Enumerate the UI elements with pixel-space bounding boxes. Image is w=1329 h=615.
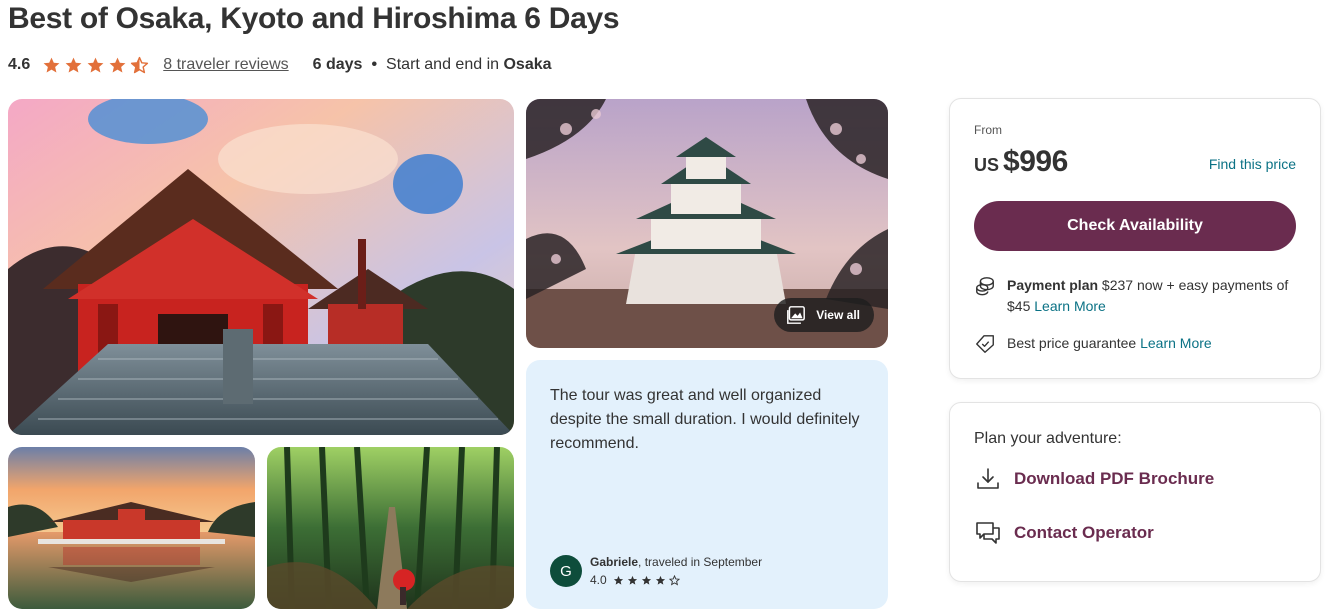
page-title: Best of Osaka, Kyoto and Hiroshima 6 Day…: [8, 2, 620, 35]
star-empty-icon: [668, 574, 680, 586]
start-end-city: Osaka: [503, 56, 552, 73]
star-half-icon: [131, 56, 149, 73]
star-icon: [655, 575, 665, 585]
review-stars: [613, 574, 680, 586]
bamboo-photo: [267, 447, 514, 609]
payment-plan-label: Payment plan: [1007, 277, 1099, 293]
photo-arashiyama-bamboo[interactable]: [267, 447, 514, 609]
review-text: The tour was great and well organized de…: [550, 387, 860, 452]
tour-page: Best of Osaka, Kyoto and Hiroshima 6 Day…: [0, 0, 1329, 615]
guarantee-text: Best price guarantee Learn More: [1007, 333, 1212, 355]
review-card: The tour was great and well organized de…: [526, 360, 888, 609]
meta-separator: •: [371, 56, 378, 73]
plan-card: Plan your adventure: Download PDF Brochu…: [949, 402, 1321, 582]
star-icon: [43, 57, 60, 73]
price-from-label: From: [974, 123, 1002, 137]
star-icon: [87, 57, 104, 73]
check-availability-button[interactable]: Check Availability: [974, 201, 1296, 251]
best-price-guarantee: Best price guarantee Learn More: [974, 333, 1296, 355]
traveler-reviews-link[interactable]: 8 traveler reviews: [163, 56, 288, 74]
reviewer-line: Gabriele, traveled in September: [590, 555, 762, 569]
reviewer: G Gabriele, traveled in September 4.0: [550, 555, 762, 587]
price-currency: US: [974, 155, 1000, 175]
rating-stars: [42, 56, 149, 75]
temple-photo: [8, 99, 514, 435]
start-end-prefix: Start and end in: [386, 56, 500, 73]
gallery-icon: [787, 306, 806, 324]
review-rating-row: 4.0: [590, 573, 762, 587]
price-tag-check-icon: [976, 335, 994, 353]
chat-icon: [976, 522, 1000, 544]
coins-icon: [976, 277, 994, 296]
avatar: G: [550, 555, 582, 587]
payment-plan: Payment plan $237 now + easy payments of…: [974, 275, 1296, 317]
find-this-price-link[interactable]: Find this price: [1209, 156, 1296, 172]
download-icon: [977, 468, 999, 489]
star-icon: [613, 575, 623, 585]
guarantee-learn-more-link[interactable]: Learn More: [1140, 335, 1212, 351]
payment-learn-more-link[interactable]: Learn More: [1034, 298, 1106, 314]
view-all-button[interactable]: View all: [774, 298, 874, 332]
review-rating-value: 4.0: [590, 573, 607, 587]
guarantee-label: Best price guarantee: [1007, 335, 1141, 351]
contact-operator-link[interactable]: Contact Operator: [974, 519, 1154, 547]
tour-meta: 4.6 8 traveler reviews 6 days • Start an…: [8, 55, 552, 75]
star-icon: [109, 57, 126, 73]
reviewer-travel-note: , traveled in September: [638, 555, 763, 569]
photo-byodoin-pavilion[interactable]: [8, 447, 255, 609]
contact-label: Contact Operator: [1014, 523, 1154, 542]
main-photo-kiyomizu-temple[interactable]: [8, 99, 514, 435]
duration: 6 days: [312, 56, 363, 73]
download-brochure-link[interactable]: Download PDF Brochure: [974, 465, 1214, 493]
reviewer-name: Gabriele: [590, 555, 639, 569]
price-amount: $996: [1003, 145, 1068, 178]
price: US $996: [974, 145, 1068, 179]
download-label: Download PDF Brochure: [1014, 469, 1215, 488]
price-card: From US $996 Find this price Check Availa…: [949, 98, 1321, 379]
rating-value: 4.6: [8, 56, 31, 73]
plan-title: Plan your adventure:: [974, 430, 1122, 447]
star-icon: [627, 575, 637, 585]
star-icon: [641, 575, 651, 585]
payment-plan-text: Payment plan $237 now + easy payments of…: [1007, 275, 1296, 317]
photo-osaka-castle[interactable]: View all: [526, 99, 888, 348]
pavilion-photo: [8, 447, 255, 609]
view-all-label: View all: [816, 308, 860, 322]
star-icon: [65, 57, 82, 73]
